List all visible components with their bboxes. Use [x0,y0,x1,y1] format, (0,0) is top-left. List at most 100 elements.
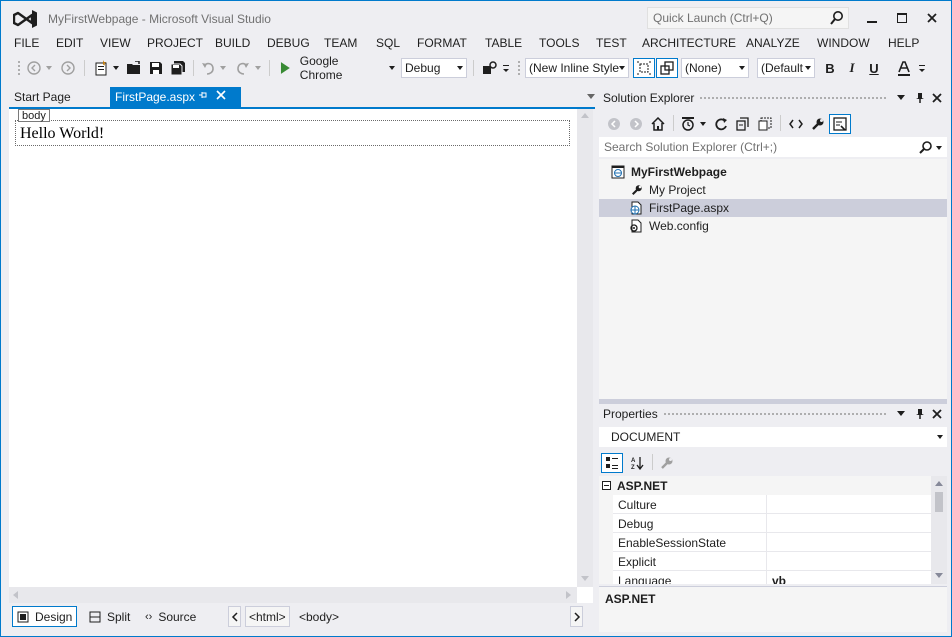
scrollbar-thumb[interactable] [935,492,943,512]
se-view-code-button[interactable] [787,114,805,134]
solution-search-input[interactable] [599,137,909,157]
design-surface[interactable]: body Hello World! [9,109,593,603]
run-target-dropdown-arrow[interactable] [388,58,396,78]
menu-debug[interactable]: DEBUG [267,36,310,50]
menu-build[interactable]: BUILD [215,36,250,50]
toolbar-grip[interactable] [517,60,521,76]
properties-object-selector[interactable]: DOCUMENT [599,427,947,447]
target-rule-dropdown[interactable]: (None) [681,58,749,78]
property-row[interactable]: Debug [599,514,931,533]
redo-dropdown-arrow[interactable] [254,58,262,78]
menu-view[interactable]: VIEW [100,36,131,50]
panel-options-dropdown-icon[interactable] [897,411,905,416]
scroll-right-icon[interactable] [566,591,571,599]
auto-hide-pin-icon[interactable] [915,408,925,420]
quick-launch-input[interactable] [648,8,823,28]
undo-button[interactable] [199,58,217,78]
tree-item-web-config[interactable]: Web.config [599,217,947,235]
se-show-all-files-button[interactable] [756,114,774,134]
new-project-button[interactable] [92,58,110,78]
se-pending-changes-filter-button[interactable] [679,114,697,134]
save-button[interactable] [147,58,165,78]
maximize-button[interactable] [889,7,915,29]
editor-vertical-scrollbar[interactable] [577,109,593,587]
back-dropdown-arrow[interactable] [45,58,53,78]
menu-file[interactable]: FILE [14,36,39,50]
split-view-button[interactable]: Split [85,606,134,627]
close-panel-icon[interactable] [932,93,942,103]
menu-edit[interactable]: EDIT [56,36,83,50]
property-pages-button[interactable] [657,453,677,473]
new-project-dropdown-arrow[interactable] [112,58,120,78]
close-tab-icon[interactable] [215,89,227,101]
tree-item-my-project[interactable]: My Project [599,181,947,199]
undo-dropdown-arrow[interactable] [219,58,227,78]
property-value[interactable] [767,495,931,514]
menu-test[interactable]: TEST [596,36,627,50]
tree-item-firstpage-aspx[interactable]: FirstPage.aspx [599,199,947,217]
menu-format[interactable]: FORMAT [417,36,467,50]
se-forward-button[interactable] [627,114,645,134]
collapse-category-icon[interactable] [602,481,611,490]
properties-title-bar[interactable]: Properties [599,404,947,424]
scroll-down-icon[interactable] [581,576,589,581]
italic-button[interactable]: I [843,58,861,78]
tag-navigator-left-button[interactable] [228,606,241,627]
property-row[interactable]: Explicit [599,552,931,571]
style-dropdown[interactable]: (New Inline Style [525,58,629,78]
page-content-text[interactable]: Hello World! [20,125,104,143]
navigate-forward-button[interactable] [59,58,77,78]
tree-item-project-root[interactable]: MyFirstWebpage [599,163,947,181]
tab-start-page[interactable]: Start Page [9,87,76,107]
toolbar-grip[interactable] [17,60,21,76]
target-rule-toggle-button[interactable] [633,58,655,78]
menu-architecture[interactable]: ARCHITECTURE [642,36,736,50]
menu-project[interactable]: PROJECT [147,36,203,50]
se-sync-button[interactable] [712,114,730,134]
se-collapse-all-button[interactable] [734,114,752,134]
menu-analyze[interactable]: ANALYZE [746,36,800,50]
html-tag-button[interactable]: <html> [245,606,290,627]
tag-navigator-right-button[interactable] [570,606,583,627]
solution-search-box[interactable] [599,137,947,157]
font-name-dropdown[interactable]: (Default [757,58,815,78]
toolbar-overflow-button[interactable] [501,58,511,78]
se-back-button[interactable] [605,114,623,134]
configuration-dropdown[interactable]: Debug [401,58,467,78]
start-debugging-button[interactable]: Google Chrome [279,54,383,82]
font-color-button[interactable] [893,58,915,78]
scroll-up-icon[interactable] [935,481,943,486]
panel-options-dropdown-icon[interactable] [897,95,905,100]
menu-team[interactable]: TEAM [324,36,357,50]
property-row[interactable]: Language vb [599,571,931,584]
property-value[interactable] [767,533,931,552]
scroll-left-icon[interactable] [13,591,18,599]
close-panel-icon[interactable] [932,409,942,419]
auto-hide-pin-icon[interactable] [915,92,925,104]
se-preview-selected-button[interactable] [829,114,851,134]
scroll-down-icon[interactable] [935,573,943,578]
search-options-dropdown-icon[interactable] [936,146,942,150]
design-view-button[interactable]: Design [12,606,78,627]
find-in-files-button[interactable] [481,58,499,78]
body-tag-button[interactable]: <body> [295,606,343,627]
property-value[interactable]: vb [767,571,931,584]
open-file-button[interactable] [125,58,143,78]
panel-drag-grip[interactable] [663,412,887,417]
property-value[interactable] [767,552,931,571]
search-icon[interactable] [919,140,933,154]
se-properties-button[interactable] [809,114,827,134]
source-view-button[interactable]: ‹› Source [141,606,200,627]
navigate-back-button[interactable] [25,58,43,78]
property-row[interactable]: EnableSessionState [599,533,931,552]
property-row[interactable]: Culture [599,495,931,514]
menu-window[interactable]: WINDOW [817,36,870,50]
redo-button[interactable] [234,58,252,78]
scroll-up-icon[interactable] [581,113,589,118]
menu-sql[interactable]: SQL [376,36,400,50]
search-icon[interactable] [830,10,844,26]
se-home-button[interactable] [649,114,667,134]
editor-horizontal-scrollbar[interactable] [9,587,577,603]
tab-firstpage-aspx[interactable]: FirstPage.aspx [110,87,241,107]
menu-tools[interactable]: TOOLS [539,36,579,50]
